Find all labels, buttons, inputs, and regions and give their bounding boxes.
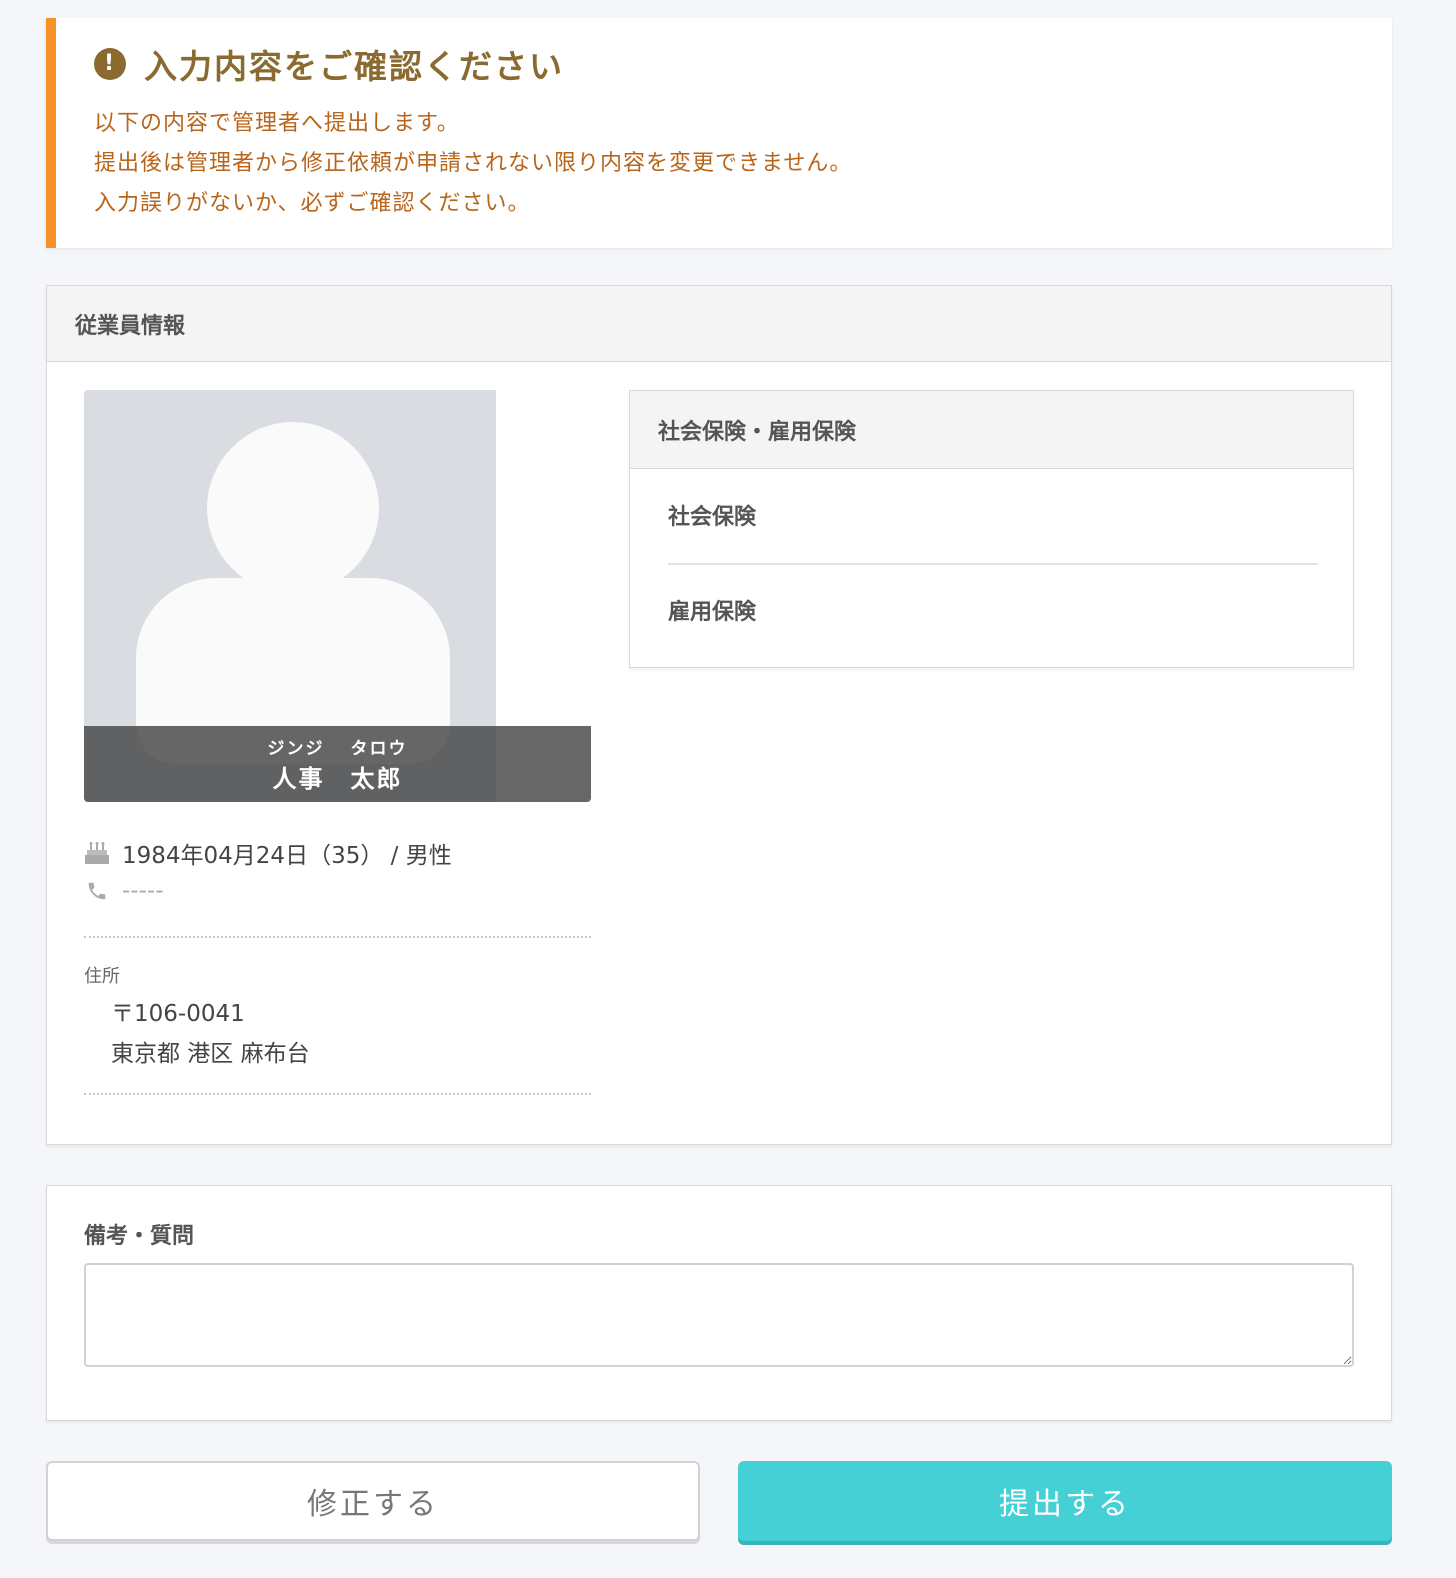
divider (84, 1093, 591, 1095)
address-label: 住所 (84, 966, 120, 987)
alert-message: 以下の内容で管理者へ提出します。 提出後は管理者から修正依頼が申請されない限り内… (94, 104, 1392, 224)
employee-info-panel: 従業員情報 ジンジ タロウ 人事 太郎 1984年04月24日（35） / 男性… (46, 285, 1392, 1145)
employee-info-header: 従業員情報 (47, 286, 1391, 362)
first-name: 太郎 (350, 765, 403, 793)
submit-button[interactable]: 提出する (738, 1461, 1392, 1541)
postal-code: 〒106-0041 (111, 1001, 245, 1027)
address-text: 東京都 港区 麻布台 (111, 1041, 310, 1067)
alert-line: 提出後は管理者から修正依頼が申請されない限り内容を変更できません。 (94, 151, 853, 176)
notes-textarea[interactable] (84, 1263, 1354, 1367)
confirmation-alert: ! 入力内容をご確認ください 以下の内容で管理者へ提出します。 提出後は管理者か… (46, 18, 1392, 248)
phone-text: ----- (122, 878, 164, 904)
insurance-card: 社会保険・雇用保険 社会保険 雇用保険 (629, 390, 1354, 668)
alert-line: 入力誤りがないか、必ずご確認ください。 (94, 191, 531, 216)
birthday-row: 1984年04月24日（35） / 男性 (84, 836, 452, 870)
alert-title-row: ! 入力内容をご確認ください (94, 44, 1392, 86)
employee-photo: ジンジ タロウ 人事 太郎 (84, 390, 591, 802)
insurance-header: 社会保険・雇用保険 (630, 391, 1353, 469)
employee-name-kana: ジンジ タロウ (84, 734, 591, 759)
phone-icon (84, 880, 110, 902)
kana-last-name: ジンジ (267, 739, 325, 759)
notes-title: 備考・質問 (84, 1224, 195, 1249)
social-insurance-label: 社会保険 (668, 505, 757, 530)
last-name: 人事 (272, 765, 325, 793)
avatar-head-icon (207, 422, 379, 594)
alert-title: 入力内容をご確認ください (144, 47, 564, 86)
kana-first-name: タロウ (350, 739, 408, 759)
notes-panel: 備考・質問 (46, 1185, 1392, 1421)
employee-name-bar: ジンジ タロウ 人事 太郎 (84, 726, 591, 802)
birthday-text: 1984年04月24日（35） / 男性 (122, 843, 452, 869)
alert-line: 以下の内容で管理者へ提出します。 (94, 111, 460, 136)
employee-name: 人事 太郎 (84, 759, 591, 794)
exclamation-circle-icon: ! (94, 48, 126, 80)
edit-button[interactable]: 修正する (46, 1461, 700, 1541)
divider (84, 936, 591, 938)
divider (668, 563, 1318, 565)
employment-insurance-label: 雇用保険 (668, 600, 757, 625)
birthday-cake-icon (84, 841, 110, 865)
confirmation-page: ! 入力内容をご確認ください 以下の内容で管理者へ提出します。 提出後は管理者か… (0, 0, 1456, 1578)
phone-row: ----- (84, 878, 164, 904)
